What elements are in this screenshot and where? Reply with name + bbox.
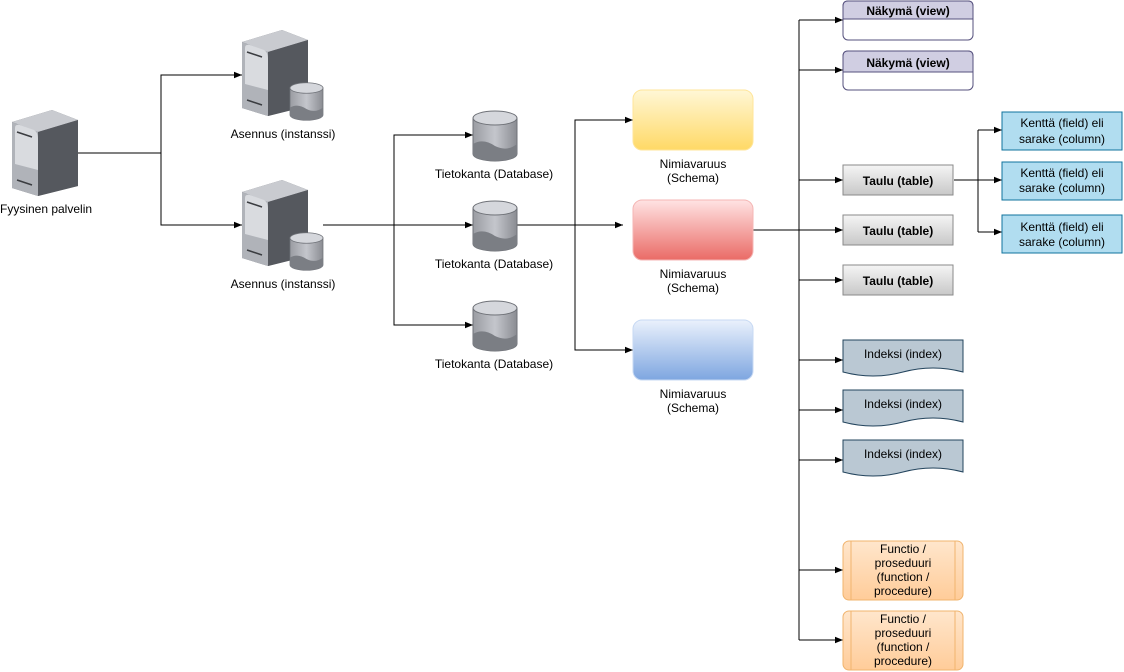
function-node[interactable]: Functio / proseduuri (function / procedu… [842, 610, 964, 671]
server-icon [11, 109, 79, 197]
schema-label: Nimiavaruus [660, 157, 727, 171]
field-node[interactable]: Kenttä (field) eli sarake (column) [1001, 161, 1123, 201]
index-node[interactable]: Indeksi (index) [842, 439, 964, 477]
index-node[interactable]: Indeksi (index) [842, 389, 964, 427]
field-node[interactable]: Kenttä (field) eli sarake (column) [1001, 111, 1123, 151]
table-node[interactable]: Taulu (table) [842, 214, 954, 246]
database-node[interactable]: Tietokanta (Database) [435, 300, 553, 371]
schema-box [632, 319, 754, 381]
table-node[interactable]: Taulu (table) [842, 264, 954, 296]
table-label: Taulu (table) [863, 224, 933, 238]
field-label: Kenttä (field) eli [1020, 166, 1103, 180]
instance-label: Asennus (instanssi) [231, 277, 336, 291]
schema-node[interactable]: Nimiavaruus (Schema) [632, 199, 754, 295]
function-label-line: procedure) [874, 654, 932, 668]
function-label-line: Functio / [880, 542, 927, 556]
architecture-diagram: Fyysinen palvelin Asennus (instanssi) As… [0, 0, 1123, 671]
function-label-line: proseduuri [875, 556, 932, 570]
physical-server-label: Fyysinen palvelin [0, 202, 92, 216]
database-node[interactable]: Tietokanta (Database) [435, 200, 553, 271]
instance-node[interactable]: Asennus (instanssi) [231, 179, 336, 291]
function-label-line: (function / [877, 570, 930, 584]
schema-label-sub: (Schema) [667, 401, 719, 415]
index-label: Indeksi (index) [864, 447, 942, 461]
field-label: Kenttä (field) eli [1020, 116, 1103, 130]
index-label: Indeksi (index) [864, 397, 942, 411]
database-label: Tietokanta (Database) [435, 167, 553, 181]
schema-label: Nimiavaruus [660, 387, 727, 401]
function-label-line: proseduuri [875, 626, 932, 640]
function-label-line: procedure) [874, 584, 932, 598]
table-node[interactable]: Taulu (table) [842, 164, 954, 196]
field-label-sub: sarake (column) [1019, 132, 1105, 146]
database-icon [289, 232, 324, 271]
schema-label-sub: (Schema) [667, 171, 719, 185]
view-label: Näkymä (view) [866, 4, 949, 18]
table-label: Taulu (table) [863, 274, 933, 288]
database-label: Tietokanta (Database) [435, 357, 553, 371]
instance-node[interactable]: Asennus (instanssi) [231, 29, 336, 141]
field-label-sub: sarake (column) [1019, 181, 1105, 195]
table-label: Taulu (table) [863, 174, 933, 188]
physical-server-node[interactable]: Fyysinen palvelin [0, 109, 92, 216]
database-icon [472, 110, 518, 162]
schema-node[interactable]: Nimiavaruus (Schema) [632, 319, 754, 415]
function-node[interactable]: Functio / proseduuri (function / procedu… [842, 540, 964, 601]
instance-label: Asennus (instanssi) [231, 127, 336, 141]
view-label: Näkymä (view) [866, 56, 949, 70]
schema-box [632, 199, 754, 261]
schema-label-sub: (Schema) [667, 281, 719, 295]
database-icon [472, 200, 518, 252]
database-icon [472, 300, 518, 352]
view-node[interactable]: Näkymä (view) [842, 50, 974, 91]
field-label: Kenttä (field) eli [1020, 220, 1103, 234]
function-label-line: Functio / [880, 612, 927, 626]
function-label-line: (function / [877, 640, 930, 654]
index-label: Indeksi (index) [864, 347, 942, 361]
schema-box [632, 89, 754, 151]
database-icon [289, 82, 324, 121]
index-node[interactable]: Indeksi (index) [842, 339, 964, 377]
field-label-sub: sarake (column) [1019, 235, 1105, 249]
field-node[interactable]: Kenttä (field) eli sarake (column) [1001, 214, 1123, 254]
view-node[interactable]: Näkymä (view) [842, 0, 974, 41]
schema-label: Nimiavaruus [660, 267, 727, 281]
database-label: Tietokanta (Database) [435, 257, 553, 271]
database-node[interactable]: Tietokanta (Database) [435, 110, 553, 181]
schema-node[interactable]: Nimiavaruus (Schema) [632, 89, 754, 185]
